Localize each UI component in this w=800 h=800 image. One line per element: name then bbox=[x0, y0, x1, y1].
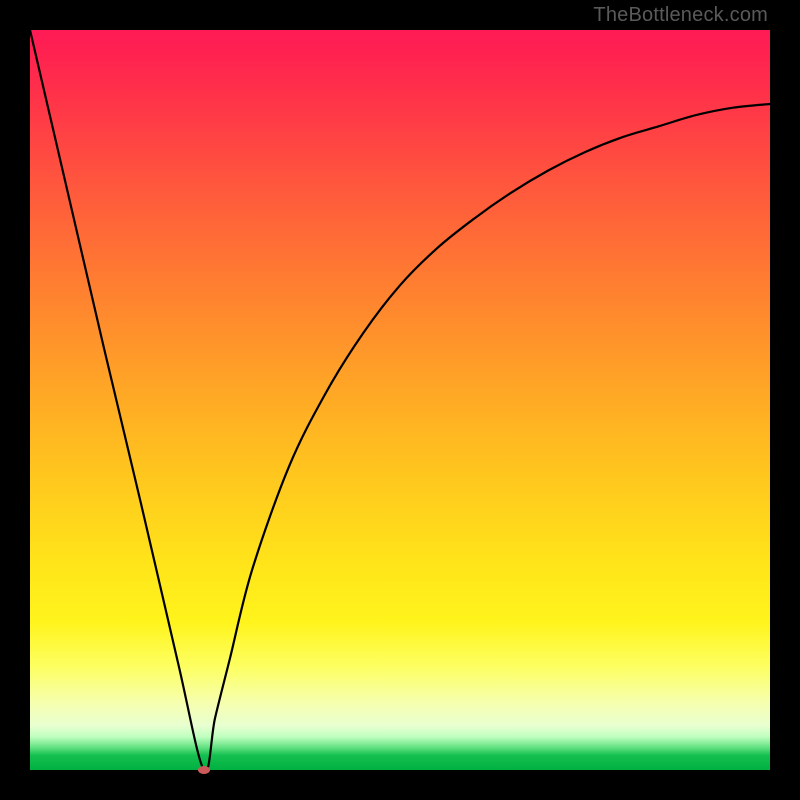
chart-container: TheBottleneck.com bbox=[0, 0, 800, 800]
watermark-text: TheBottleneck.com bbox=[593, 4, 768, 27]
bottleneck-curve bbox=[30, 30, 770, 770]
minimum-marker bbox=[198, 766, 210, 774]
plot-area bbox=[30, 30, 770, 770]
